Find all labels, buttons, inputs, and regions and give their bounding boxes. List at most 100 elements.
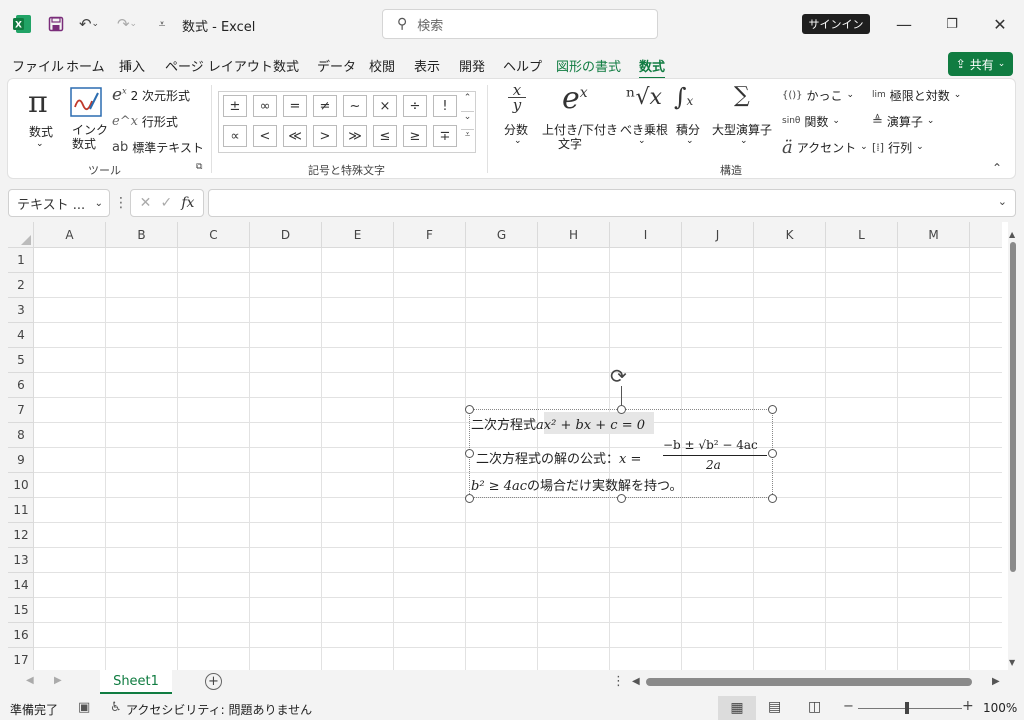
name-box[interactable]: テキスト ... ⌄ — [8, 189, 110, 217]
share-button[interactable]: ⇪ 共有 ⌄ — [948, 52, 1013, 76]
symbol-factorial[interactable]: ! — [433, 95, 457, 117]
symbol-plus-minus[interactable]: ± — [223, 95, 247, 117]
row-header[interactable]: 7 — [8, 398, 34, 423]
ink-equation-button[interactable]: インク 数式 — [68, 87, 108, 157]
vertical-scrollbar[interactable]: ▲ ▼ — [1006, 230, 1020, 670]
signin-button[interactable]: サインイン — [802, 14, 870, 34]
symbol-times[interactable]: × — [373, 95, 397, 117]
accessibility-icon[interactable]: ♿ — [110, 700, 122, 715]
column-header[interactable]: A — [34, 222, 106, 248]
column-header[interactable]: B — [106, 222, 178, 248]
normal-view-icon[interactable]: ▦ — [718, 696, 756, 720]
normal-text-button[interactable]: ab 標準テキスト — [112, 137, 204, 157]
row-header[interactable]: 2 — [8, 273, 34, 298]
horizontal-scroll-thumb[interactable] — [646, 678, 972, 686]
column-header[interactable]: K — [754, 222, 826, 248]
tab-split-handle-icon[interactable]: ⋮ — [612, 674, 625, 689]
resize-handle[interactable] — [768, 494, 777, 503]
script-button[interactable]: ex 上付き/下付き 文字 — [540, 81, 618, 153]
resize-handle[interactable] — [617, 405, 626, 414]
row-header[interactable]: 11 — [8, 498, 34, 523]
row-header[interactable]: 6 — [8, 373, 34, 398]
row-header[interactable]: 8 — [8, 423, 34, 448]
search-input[interactable]: ⚲ 検索 — [382, 9, 658, 39]
select-all-corner[interactable] — [8, 222, 34, 248]
symbol-greater[interactable]: > — [313, 125, 337, 147]
operator-button[interactable]: ≜ 演算子 ⌄ — [872, 111, 934, 131]
tab-developer[interactable]: 開発 — [459, 56, 485, 75]
row-header[interactable]: 15 — [8, 598, 34, 623]
add-sheet-icon[interactable]: + — [205, 673, 222, 690]
row-header[interactable]: 12 — [8, 523, 34, 548]
row-header[interactable]: 13 — [8, 548, 34, 573]
zoom-level[interactable]: 100% — [983, 701, 1017, 715]
scroll-up-icon[interactable]: ▲ — [1009, 230, 1015, 239]
enter-icon[interactable]: ✓ — [160, 195, 172, 211]
symbol-much-less[interactable]: ≪ — [283, 125, 307, 147]
column-header[interactable]: H — [538, 222, 610, 248]
cancel-icon[interactable]: ✕ — [140, 195, 152, 211]
next-sheet-icon[interactable]: ▶ — [54, 675, 62, 686]
scroll-down-icon[interactable]: ▼ — [1009, 658, 1015, 667]
macro-record-icon[interactable]: ▣ — [78, 700, 90, 715]
tab-data[interactable]: データ — [317, 56, 356, 75]
chevron-down-icon[interactable]: ⌄ — [998, 195, 1007, 208]
equation-line-2[interactable]: 二次方程式の解の公式：x = — [476, 448, 641, 467]
column-header[interactable]: L — [826, 222, 898, 248]
limit-log-button[interactable]: lim 極限と対数 ⌄ — [872, 85, 961, 105]
symbol-infinity[interactable]: ∞ — [253, 95, 277, 117]
redo-icon[interactable]: ↷ ⌄ — [112, 12, 142, 36]
vertical-scroll-thumb[interactable] — [1010, 242, 1016, 572]
radical-button[interactable]: ⁿ√x べき乗根 ⌄ — [620, 81, 668, 153]
symbol-not-equal[interactable]: ≠ — [313, 95, 337, 117]
column-header[interactable]: M — [898, 222, 970, 248]
zoom-slider[interactable] — [858, 708, 962, 709]
resize-handle[interactable] — [465, 405, 474, 414]
column-header[interactable]: D — [250, 222, 322, 248]
row-header[interactable]: 3 — [8, 298, 34, 323]
tab-page-layout[interactable]: ページ レイアウト — [165, 56, 273, 75]
row-header[interactable]: 14 — [8, 573, 34, 598]
equation-button[interactable]: π 数式 ⌄ — [26, 83, 56, 149]
row-header[interactable]: 9 — [8, 448, 34, 473]
column-header[interactable]: J — [682, 222, 754, 248]
tab-shape-format[interactable]: 図形の書式 — [556, 56, 621, 75]
column-header[interactable]: G — [466, 222, 538, 248]
scroll-right-icon[interactable]: ▶ — [992, 676, 1000, 687]
resize-handle[interactable] — [465, 449, 474, 458]
accessibility-status[interactable]: アクセシビリティ: 問題ありません — [126, 701, 312, 718]
quick-access-customize-icon[interactable]: ⩡ — [152, 12, 172, 36]
symbol-tilde[interactable]: ~ — [343, 95, 367, 117]
row-header[interactable]: 10 — [8, 473, 34, 498]
dialog-launcher-icon[interactable]: ⧉ — [196, 162, 202, 172]
tab-file[interactable]: ファイル — [12, 56, 64, 75]
symbol-greater-equal[interactable]: ≥ — [403, 125, 427, 147]
column-header[interactable]: C — [178, 222, 250, 248]
minimize-icon[interactable]: — — [889, 12, 919, 36]
scroll-left-icon[interactable]: ◀ — [632, 676, 640, 687]
function-button[interactable]: sinθ 関数 ⌄ — [782, 111, 840, 131]
rotate-handle-icon[interactable]: ⟳ — [610, 364, 627, 388]
collapse-ribbon-icon[interactable]: ⌃ — [992, 161, 1002, 175]
more-options-icon[interactable]: ⋮ — [114, 195, 128, 211]
row-header[interactable]: 16 — [8, 623, 34, 648]
column-header[interactable]: E — [322, 222, 394, 248]
zoom-in-icon[interactable]: + — [962, 698, 974, 714]
fraction-button[interactable]: xy 分数 ⌄ — [502, 81, 534, 153]
row-header[interactable]: 1 — [8, 248, 34, 273]
tab-help[interactable]: ヘルプ — [503, 56, 542, 75]
integral-button[interactable]: ∫x 積分 ⌄ — [672, 81, 706, 153]
resize-handle[interactable] — [465, 494, 474, 503]
row-header[interactable]: 4 — [8, 323, 34, 348]
page-layout-view-icon[interactable]: ▤ — [768, 699, 781, 715]
accent-button[interactable]: ä アクセント ⌄ — [782, 136, 868, 158]
zoom-slider-thumb[interactable] — [905, 702, 909, 714]
tab-formulas[interactable]: 数式 — [273, 56, 299, 75]
undo-icon[interactable]: ↶ ⌄ — [74, 12, 104, 36]
column-header[interactable]: F — [394, 222, 466, 248]
symbol-less[interactable]: < — [253, 125, 277, 147]
insert-function-icon[interactable]: fx — [181, 195, 194, 211]
page-break-view-icon[interactable]: ◫ — [808, 699, 821, 715]
professional-format-button[interactable]: e^x 行形式 — [112, 111, 178, 131]
save-icon[interactable] — [44, 12, 68, 36]
